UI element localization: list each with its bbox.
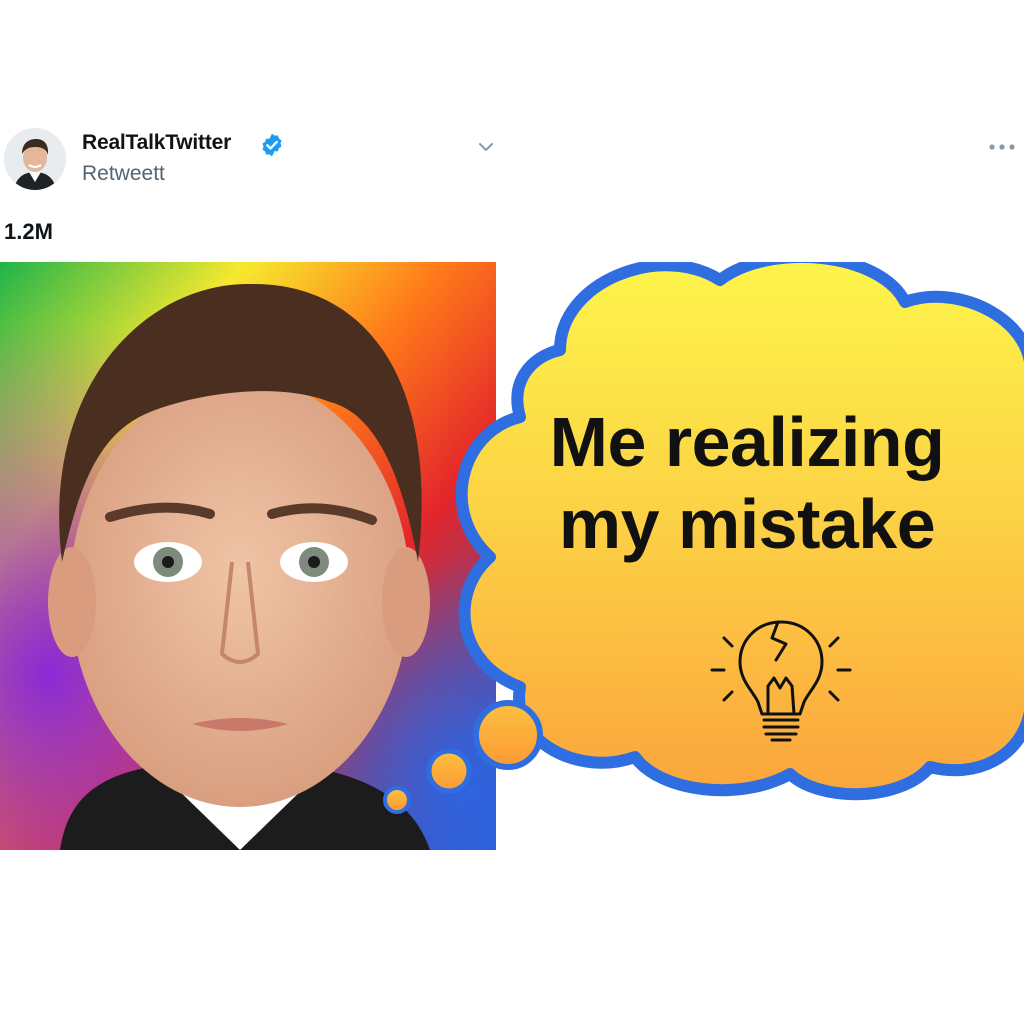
chevron-down-icon[interactable] bbox=[476, 137, 496, 157]
verified-badge-icon bbox=[262, 133, 282, 157]
tweet-header: RealTalkTwitter Retweett bbox=[0, 120, 1024, 200]
retweet-label: Retweett bbox=[82, 162, 165, 185]
avatar[interactable] bbox=[4, 128, 66, 190]
caption-line-2: my mistake bbox=[558, 484, 936, 563]
broken-lightbulb-icon bbox=[710, 620, 852, 742]
caption-line-1: Me realizing bbox=[549, 403, 945, 481]
more-icon[interactable] bbox=[986, 136, 1018, 156]
view-count: 1.2M bbox=[4, 219, 53, 244]
author-name[interactable]: RealTalkTwitter bbox=[82, 131, 231, 155]
meme-caption: Me realizing my mistake bbox=[470, 402, 1024, 566]
meme-image[interactable]: Me realizing my mistake bbox=[0, 262, 1024, 862]
avatar-icon bbox=[4, 128, 66, 190]
